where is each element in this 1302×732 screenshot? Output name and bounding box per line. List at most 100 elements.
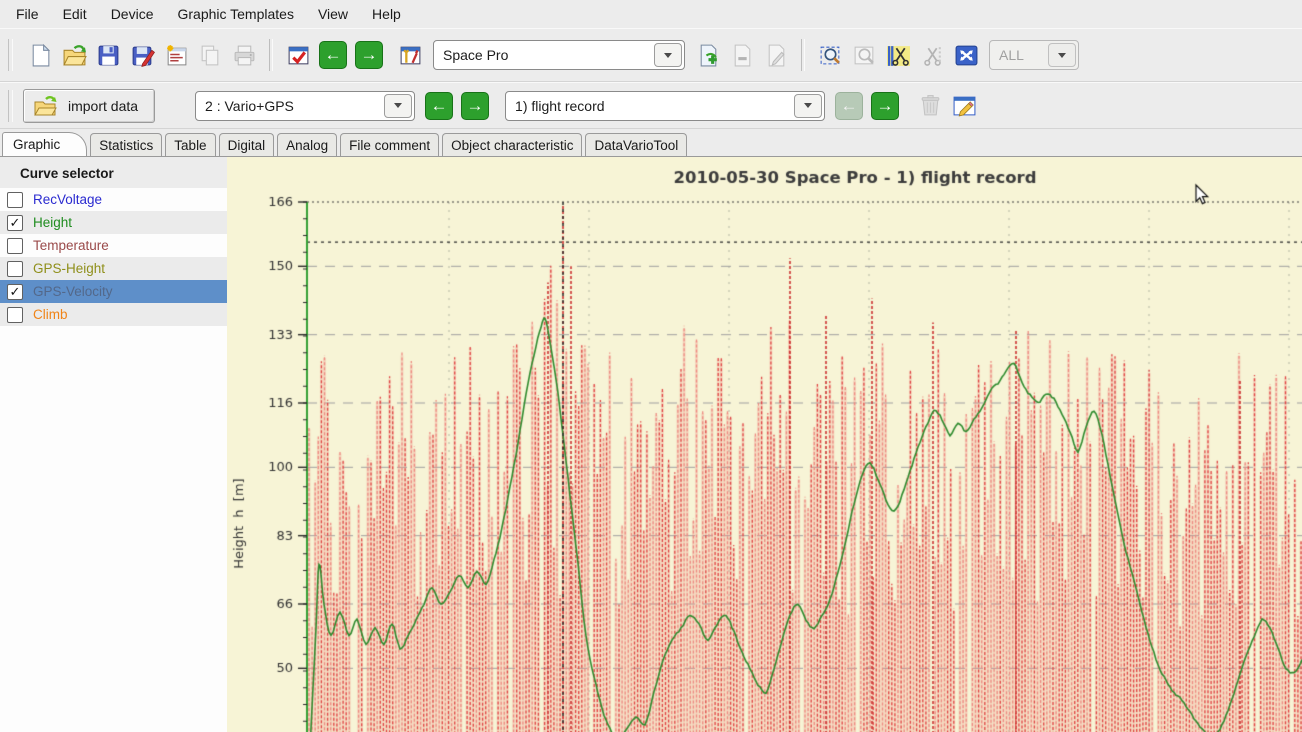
template-prev-button[interactable]: ← [319,41,347,69]
zoom-out-icon [852,43,877,68]
device-prev-button[interactable]: ← [425,92,453,120]
toolbar-handle[interactable] [8,39,13,71]
open-file-button[interactable] [57,38,91,72]
template-combobox-dropdown[interactable] [654,43,682,67]
secondary-toolbar: import data 2 : Vario+GPS ← → 1) flight … [0,82,1302,129]
menu-edit[interactable]: Edit [51,2,99,26]
curve-row-climb[interactable]: Climb [0,303,227,326]
device-combobox-dropdown[interactable] [384,94,412,118]
range-combobox-dropdown[interactable] [1048,43,1076,67]
new-file-icon [28,43,53,68]
record-combobox-dropdown[interactable] [794,94,822,118]
main-toolbar: ← → Space Pro [0,28,1302,82]
save-as-button[interactable] [125,38,159,72]
edit-note-icon [952,93,977,118]
device-next-button[interactable]: → [461,92,489,120]
curve-row-gps-velocity[interactable]: ✓ GPS-Velocity [0,280,227,303]
chevron-down-icon [394,103,402,108]
curve-label: GPS-Velocity [33,284,113,299]
expand-arrows-icon [954,43,979,68]
application-window: File Edit Device Graphic Templates View … [0,0,1302,732]
template-combobox[interactable]: Space Pro [433,40,685,70]
tab-file-comment[interactable]: File comment [340,133,439,156]
toolbar-handle[interactable] [8,90,13,122]
page-edit-icon [764,43,789,68]
zoom-selection-button[interactable] [813,38,847,72]
device-combobox-value: 2 : Vario+GPS [196,98,382,114]
zoom-select-icon [818,43,843,68]
toolbar-separator [269,39,273,71]
device-combobox[interactable]: 2 : Vario+GPS [195,91,415,121]
curve-row-height[interactable]: ✓ Height [0,211,227,234]
curve-row-gps-height[interactable]: GPS-Height [0,257,227,280]
fit-view-button[interactable] [949,38,983,72]
menu-file[interactable]: File [4,2,51,26]
curve-checkbox[interactable] [7,261,23,277]
copy-button[interactable] [193,38,227,72]
curve-checkbox[interactable] [7,307,23,323]
record-next-button[interactable]: → [871,92,899,120]
edit-record-comment-button[interactable] [947,89,981,123]
curve-checkbox[interactable]: ✓ [7,215,23,231]
range-combobox[interactable]: ALL [989,40,1079,70]
window-check-icon [286,43,311,68]
curve-row-temperature[interactable]: Temperature [0,234,227,257]
record-combobox[interactable]: 1) flight record [505,91,825,121]
menu-device[interactable]: Device [99,2,166,26]
apply-template-button[interactable] [281,38,315,72]
cut-undo-button[interactable] [915,38,949,72]
menu-help[interactable]: Help [360,2,413,26]
window-tools-icon [398,43,423,68]
curve-selector-panel: Curve selector RecVoltage ✓ Height Tempe… [0,157,228,732]
graphic-pane: Curve selector RecVoltage ✓ Height Tempe… [0,156,1302,732]
menu-view[interactable]: View [306,2,360,26]
flight-chart[interactable] [227,157,1302,732]
tab-bar: Graphic Statistics Table Digital Analog … [0,129,1302,156]
add-template-button[interactable] [691,38,725,72]
zoom-out-button[interactable] [847,38,881,72]
page-remove-icon [730,43,755,68]
open-folder-icon [62,43,87,68]
device-form-icon [164,43,189,68]
tab-graphic[interactable]: Graphic [2,132,87,156]
template-next-button[interactable]: → [355,41,383,69]
import-data-button[interactable]: import data [23,89,155,123]
record-prev-button[interactable]: ← [835,92,863,120]
curve-selector-title: Curve selector [0,157,227,188]
curve-checkbox[interactable] [7,192,23,208]
curve-row-recvoltage[interactable]: RecVoltage [0,188,227,211]
cut-range-button[interactable] [881,38,915,72]
toolbar-separator [801,39,805,71]
print-button[interactable] [227,38,261,72]
delete-record-button[interactable] [913,89,947,123]
curve-checkbox[interactable] [7,238,23,254]
curve-label: Temperature [33,238,109,253]
import-data-label: import data [68,98,138,114]
template-combobox-value: Space Pro [434,47,652,63]
curve-list: RecVoltage ✓ Height Temperature GPS-Heig… [0,188,227,326]
range-combobox-value: ALL [990,47,1046,63]
tab-datavariotool[interactable]: DataVarioTool [585,133,687,156]
tab-object-characteristic[interactable]: Object characteristic [442,133,582,156]
menu-graphic-templates[interactable]: Graphic Templates [165,2,305,26]
tab-digital[interactable]: Digital [219,133,275,156]
curve-label: GPS-Height [33,261,105,276]
curve-label: Height [33,215,72,230]
scissors-icon [920,43,945,68]
tab-table[interactable]: Table [165,133,215,156]
remove-template-button[interactable] [725,38,759,72]
save-icon [96,43,121,68]
save-button[interactable] [91,38,125,72]
new-file-button[interactable] [23,38,57,72]
curve-label: RecVoltage [33,192,102,207]
tab-analog[interactable]: Analog [277,133,337,156]
chevron-down-icon [664,53,672,58]
printer-icon [232,43,257,68]
device-settings-button[interactable] [159,38,193,72]
import-folder-icon [32,94,58,118]
edit-template-button[interactable] [759,38,793,72]
page-add-icon [696,43,721,68]
tab-statistics[interactable]: Statistics [90,133,162,156]
template-tools-button[interactable] [393,38,427,72]
curve-checkbox[interactable]: ✓ [7,284,23,300]
